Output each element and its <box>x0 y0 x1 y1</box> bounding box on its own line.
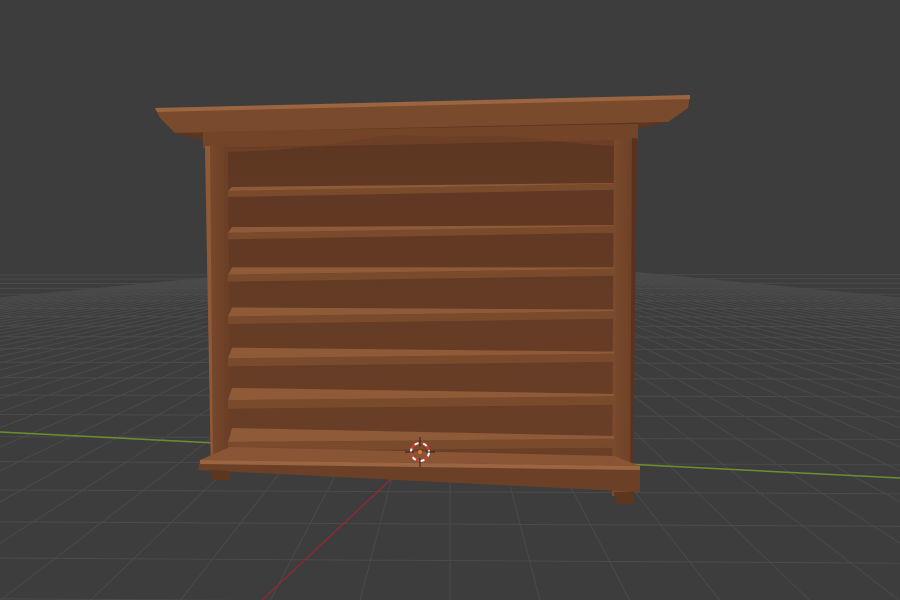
bookshelf-right-foot <box>614 492 634 504</box>
viewport-scene <box>0 95 900 600</box>
bookshelf-left-foot <box>210 470 230 480</box>
3d-viewport[interactable] <box>0 0 900 600</box>
